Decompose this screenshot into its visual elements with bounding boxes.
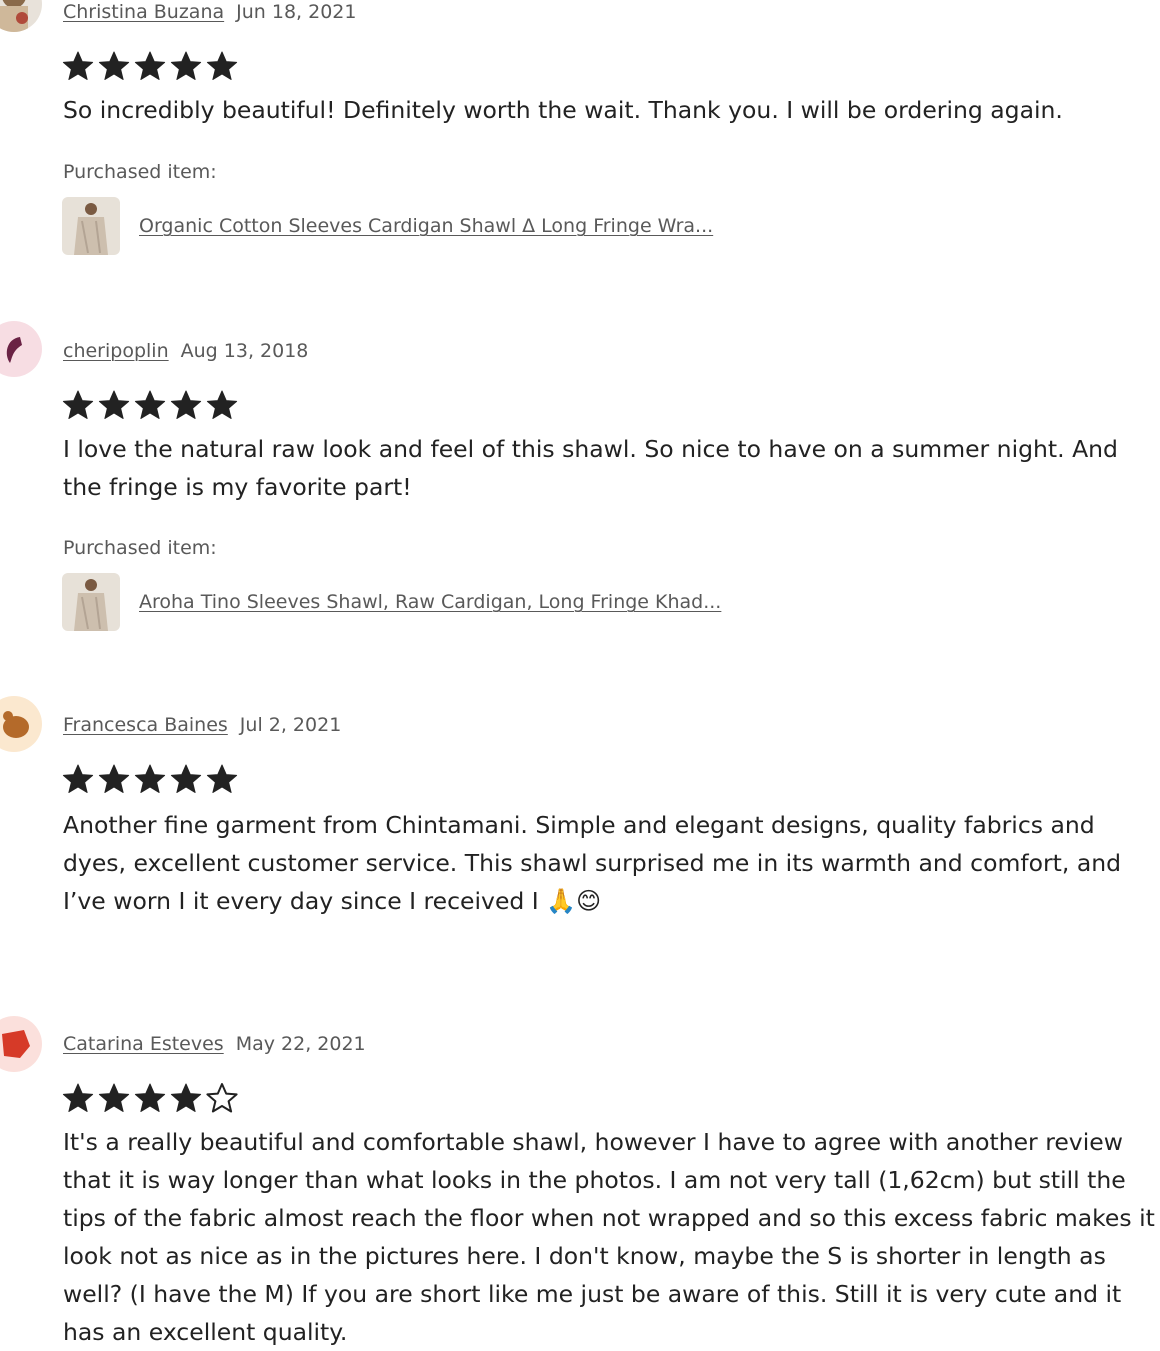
reviewer-avatar[interactable] xyxy=(0,696,42,752)
star-rating xyxy=(62,50,238,82)
purchased-item-label: Purchased item: xyxy=(63,161,217,183)
review-date: Jun 18, 2021 xyxy=(236,1,357,23)
star-rating xyxy=(62,389,238,421)
review-meta: cheripoplin Aug 13, 2018 xyxy=(63,337,308,365)
star-filled-icon xyxy=(62,764,94,793)
star-filled-icon xyxy=(206,51,238,80)
reviewer-name-link[interactable]: Catarina Esteves xyxy=(63,1033,224,1055)
star-rating xyxy=(62,763,238,795)
star-filled-icon xyxy=(170,1083,202,1112)
star-filled-icon xyxy=(98,390,130,419)
review-meta: Christina Buzana Jun 18, 2021 xyxy=(63,0,356,26)
star-filled-icon xyxy=(206,764,238,793)
star-outline-icon xyxy=(206,1083,238,1113)
review-text: Another fine garment from Chintamani. Si… xyxy=(63,806,1155,920)
item-thumbnail[interactable] xyxy=(62,573,120,631)
star-filled-icon xyxy=(206,390,238,419)
reviewer-name-link[interactable]: Francesca Baines xyxy=(63,714,228,736)
star-filled-icon xyxy=(98,1083,130,1112)
purchased-item-label: Purchased item: xyxy=(63,537,217,559)
star-filled-icon xyxy=(170,51,202,80)
review-date: Aug 13, 2018 xyxy=(180,340,309,362)
star-filled-icon xyxy=(62,390,94,419)
reviewer-avatar[interactable] xyxy=(0,0,42,32)
star-filled-icon xyxy=(170,764,202,793)
reviewer-name-link[interactable]: Christina Buzana xyxy=(63,1,224,23)
reviewer-avatar[interactable] xyxy=(0,1016,42,1072)
star-filled-icon xyxy=(98,51,130,80)
star-filled-icon xyxy=(134,51,166,80)
item-thumbnail[interactable] xyxy=(62,197,120,255)
review-meta: Francesca Baines Jul 2, 2021 xyxy=(63,711,341,739)
reviewer-avatar[interactable] xyxy=(0,321,42,377)
star-filled-icon xyxy=(62,1083,94,1112)
star-filled-icon xyxy=(134,764,166,793)
star-filled-icon xyxy=(62,51,94,80)
review-text: I love the natural raw look and feel of … xyxy=(63,435,1118,501)
item-title-link[interactable]: Organic Cotton Sleeves Cardigan Shawl Δ … xyxy=(139,215,713,237)
purchased-item-link[interactable]: Aroha Tino Sleeves Shawl, Raw Cardigan, … xyxy=(62,573,721,631)
review-text: So incredibly beautiful! Definitely wort… xyxy=(63,96,1063,124)
item-title-link[interactable]: Aroha Tino Sleeves Shawl, Raw Cardigan, … xyxy=(139,591,721,613)
star-rating xyxy=(62,1082,238,1114)
star-filled-icon xyxy=(134,1083,166,1112)
review-meta: Catarina Esteves May 22, 2021 xyxy=(63,1030,366,1058)
purchased-item-link[interactable]: Organic Cotton Sleeves Cardigan Shawl Δ … xyxy=(62,197,713,255)
star-filled-icon xyxy=(170,390,202,419)
reviewer-name-link[interactable]: cheripoplin xyxy=(63,340,169,362)
review-text: It's a really beautiful and comfortable … xyxy=(63,1128,1155,1346)
star-filled-icon xyxy=(134,390,166,419)
star-filled-icon xyxy=(98,764,130,793)
review-date: Jul 2, 2021 xyxy=(239,714,342,736)
review-date: May 22, 2021 xyxy=(235,1033,366,1055)
emoji-pray-smile-icon: 🙏😊 xyxy=(546,887,602,915)
